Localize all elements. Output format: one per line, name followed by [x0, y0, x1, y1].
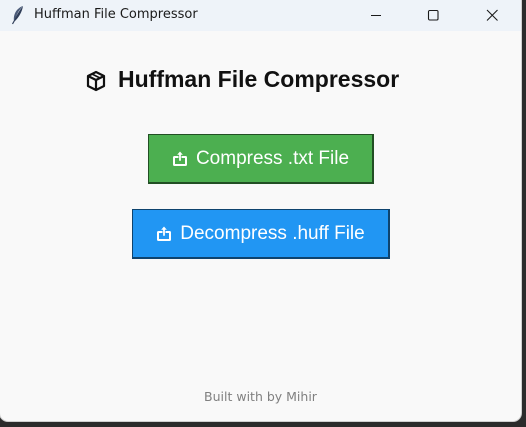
app-window: Huffman File Compressor Huffman File Com…	[0, 0, 521, 421]
title-bar[interactable]: Huffman File Compressor	[0, 0, 521, 31]
maximize-icon	[427, 9, 439, 21]
compress-label: Compress .txt File	[195, 147, 350, 169]
close-icon	[486, 9, 498, 21]
minimize-icon	[371, 15, 381, 16]
upload-tray-icon	[172, 150, 188, 167]
upload-tray-icon	[156, 225, 172, 242]
feather-icon	[10, 5, 26, 25]
maximize-button[interactable]	[410, 0, 456, 31]
decompress-button[interactable]: Decompress .huff File	[132, 209, 390, 259]
minimize-button[interactable]	[353, 0, 399, 31]
window-title: Huffman File Compressor	[34, 7, 198, 22]
close-button[interactable]	[469, 0, 515, 31]
decompress-label: Decompress .huff File	[180, 222, 365, 244]
footer-credit: Built with by Mihir	[204, 389, 317, 404]
package-icon	[85, 70, 107, 92]
compress-button[interactable]: Compress .txt File	[148, 134, 374, 184]
page-title: Huffman File Compressor	[85, 64, 399, 94]
heading-text: Huffman File Compressor	[118, 65, 400, 92]
